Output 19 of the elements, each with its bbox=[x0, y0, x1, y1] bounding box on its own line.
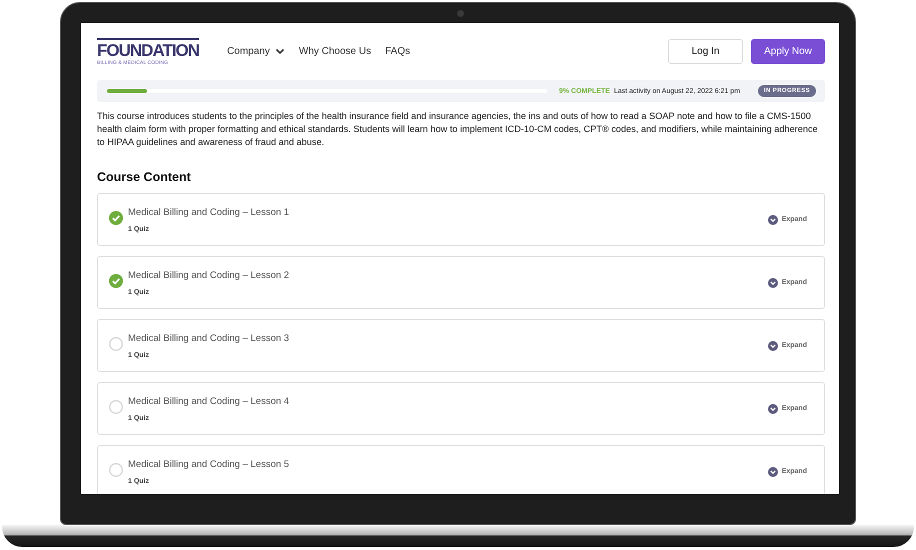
lesson-title: Medical Billing and Coding – Lesson 4 bbox=[128, 396, 290, 406]
course-description: This course introduces students to the principles of the health insurance field and insurance agencies, the ins and outs of how to read a SOAP note and how to file a CMS-1500 health claim form with proper formatting and ethical standards. Students will learn how to implement ICD-10-CM codes, CPT® codes, and modifiers, while maintaining adherence to HIPAA guidelines and awareness of fraud and abuse. bbox=[97, 110, 819, 149]
section-heading: Course Content bbox=[97, 170, 192, 184]
chevron-down-icon bbox=[768, 466, 778, 476]
nav-link[interactable]: Why Choose Us bbox=[298, 46, 372, 57]
camera-icon bbox=[457, 10, 464, 17]
lesson-title: Medical Billing and Coding – Lesson 3 bbox=[128, 332, 290, 344]
chevron-down-icon bbox=[768, 278, 778, 288]
lesson-title: Medical Billing and Coding – Lesson 5 bbox=[128, 458, 290, 470]
chevron-down-icon bbox=[274, 48, 285, 55]
chevron-down-icon bbox=[768, 404, 778, 414]
nav-link[interactable]: Company bbox=[227, 46, 285, 57]
chevron-down-icon bbox=[768, 340, 778, 350]
apply-button[interactable]: Apply Now bbox=[751, 39, 825, 64]
nav-link[interactable]: FAQs bbox=[385, 46, 410, 57]
login-button[interactable]: Log In bbox=[668, 39, 743, 64]
lesson-title: Medical Billing and Coding – Lesson 1 bbox=[128, 206, 290, 218]
chevron-down-icon bbox=[768, 214, 778, 224]
lesson-title: Medical Billing and Coding – Lesson 2 bbox=[128, 270, 290, 280]
